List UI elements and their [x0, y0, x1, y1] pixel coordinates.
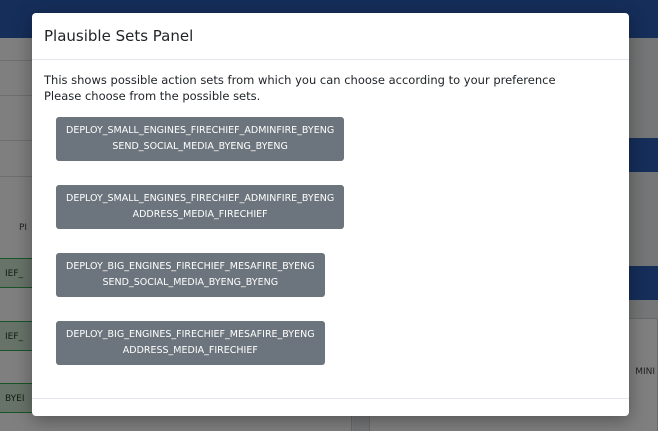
description-line-1: This shows possible action sets from whi… — [44, 73, 556, 87]
modal-title: Plausible Sets Panel — [44, 27, 194, 45]
modal-footer-divider — [32, 398, 629, 399]
modal-header: Plausible Sets Panel — [32, 13, 629, 60]
set-option-button-2[interactable]: DEPLOY_SMALL_ENGINES_FIRECHIEF_ADMINFIRE… — [56, 185, 345, 229]
description-line-2: Please choose from the possible sets. — [44, 89, 261, 103]
plausible-sets-modal: Plausible Sets Panel This shows possible… — [32, 13, 629, 416]
set-option-button-3[interactable]: DEPLOY_BIG_ENGINES_FIRECHIEF_MESAFIRE_BY… — [56, 253, 325, 297]
set-option-button-1[interactable]: DEPLOY_SMALL_ENGINES_FIRECHIEF_ADMINFIRE… — [56, 117, 345, 161]
modal-description: This shows possible action sets from whi… — [44, 72, 617, 104]
set-list: DEPLOY_SMALL_ENGINES_FIRECHIEF_ADMINFIRE… — [44, 117, 617, 389]
modal-body: This shows possible action sets from whi… — [32, 60, 629, 389]
set-option-button-4[interactable]: DEPLOY_BIG_ENGINES_FIRECHIEF_MESAFIRE_BY… — [56, 321, 325, 365]
